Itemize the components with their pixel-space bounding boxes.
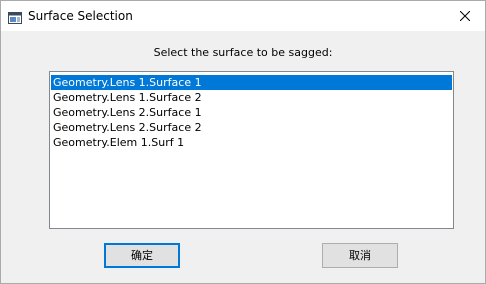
prompt-label: Select the surface to be sagged:	[153, 46, 333, 59]
application-window-icon	[8, 9, 22, 24]
window-title: Surface Selection	[28, 9, 133, 23]
list-item[interactable]: Geometry.Lens 1.Surface 1	[51, 75, 452, 90]
list-item[interactable]: Geometry.Elem 1.Surf 1	[51, 135, 452, 150]
close-button[interactable]	[445, 1, 485, 31]
list-item[interactable]: Geometry.Lens 2.Surface 1	[51, 105, 452, 120]
ok-button[interactable]: 确定	[104, 243, 180, 268]
title-bar: Surface Selection	[1, 1, 485, 31]
cancel-button[interactable]: 取消	[322, 243, 398, 268]
list-item[interactable]: Geometry.Lens 2.Surface 2	[51, 120, 452, 135]
surface-selection-dialog: Surface Selection Select the surface to …	[0, 0, 486, 284]
list-item[interactable]: Geometry.Lens 1.Surface 2	[51, 90, 452, 105]
surface-listbox[interactable]: Geometry.Lens 1.Surface 1 Geometry.Lens …	[49, 71, 454, 229]
close-icon	[460, 11, 470, 21]
